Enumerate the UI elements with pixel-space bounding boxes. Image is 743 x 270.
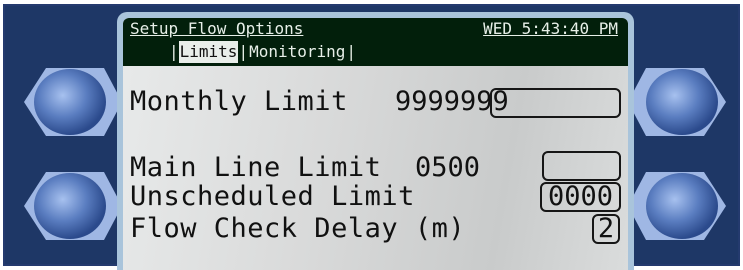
tab-separator: | <box>346 42 357 61</box>
softkey-right-bottom[interactable] <box>624 168 732 244</box>
monthly-limit-field[interactable] <box>490 88 621 118</box>
flow-check-delay-field[interactable]: 2 <box>592 214 620 244</box>
title-bar: Setup Flow Options WED 5:43:40 PM | Limi… <box>123 18 628 66</box>
tab-limits[interactable]: Limits <box>178 41 239 63</box>
main-line-limit-value: 0500 <box>415 152 481 183</box>
softkey-left-bottom[interactable] <box>18 168 126 244</box>
monthly-limit-label: Monthly Limit <box>130 86 348 117</box>
page-title: Setup Flow Options <box>130 19 304 38</box>
unscheduled-limit-label: Unscheduled Limit <box>130 181 415 212</box>
softkey-left-top[interactable] <box>18 64 126 140</box>
softkey-right-top[interactable] <box>624 64 732 140</box>
main-line-limit-label: Main Line Limit <box>130 152 382 183</box>
tab-separator: | <box>238 42 249 61</box>
tab-bar: | Limits | Monitoring | <box>169 40 356 64</box>
lcd-screen: Setup Flow Options WED 5:43:40 PM | Limi… <box>123 18 628 270</box>
tab-monitoring[interactable]: Monitoring <box>248 41 346 63</box>
main-line-limit-field[interactable] <box>542 151 621 181</box>
clock-display: WED 5:43:40 PM <box>483 19 618 38</box>
tab-separator: | <box>169 42 179 61</box>
unscheduled-limit-field[interactable]: 0000 <box>540 182 621 212</box>
flow-check-delay-label: Flow Check Delay (m) <box>130 213 466 244</box>
